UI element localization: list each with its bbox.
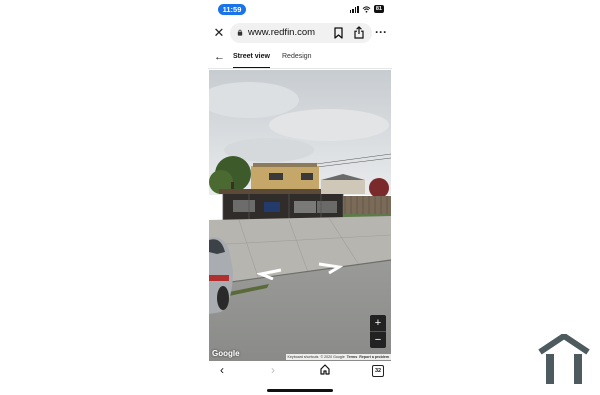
street-view-footer: Keyboard shortcuts © 2020 Google Terms R… [285,354,391,360]
house-watermark-icon [538,334,590,384]
tab-count-button[interactable]: 32 [372,365,384,377]
browser-bottom-nav: ‹ › 32 [208,362,392,378]
tab-bar: ← Street view Redesign [208,48,392,69]
keyboard-shortcuts-link[interactable]: Keyboard shortcuts [288,354,319,360]
back-arrow-icon[interactable]: ← [214,51,226,63]
more-menu-icon[interactable]: ··· [375,25,387,39]
url-text: www.redfin.com [248,27,316,38]
google-logo: Google [212,349,240,358]
nav-arrow-right-icon[interactable] [315,261,343,275]
terms-link[interactable]: Terms [347,354,358,360]
browser-forward-icon[interactable]: › [266,363,280,377]
home-indicator [267,389,333,392]
zoom-out-button[interactable]: − [370,332,386,348]
close-icon[interactable]: ✕ [212,26,226,40]
zoom-in-button[interactable]: + [370,315,386,331]
street-view-image [209,70,391,361]
status-time: 11:59 [218,4,246,15]
browser-back-icon[interactable]: ‹ [215,363,229,377]
nav-arrow-left-icon[interactable] [257,266,285,280]
copyright-text: © 2020 Google [320,355,345,359]
address-field[interactable]: www.redfin.com [230,23,372,43]
signal-icon [349,5,359,13]
bookmark-icon[interactable] [334,27,343,39]
battery-icon: 81 [373,5,384,13]
phone-screen: 11:59 81 ✕ www.redfin.com ··· ← Street v… [208,0,392,395]
wifi-icon [362,5,371,13]
lock-icon [237,29,243,36]
status-icons: 81 [349,5,384,13]
report-problem-link[interactable]: Report a problem [359,354,389,360]
tab-street-view[interactable]: Street view [233,52,270,68]
home-icon[interactable] [320,364,330,375]
browser-url-bar: ✕ www.redfin.com ··· [208,21,392,45]
tab-redesign[interactable]: Redesign [282,52,312,62]
zoom-control: + − [370,315,386,348]
street-view-panorama[interactable]: + − Google Keyboard shortcuts © 2020 Goo… [209,70,391,361]
share-icon[interactable] [354,26,364,39]
status-bar: 11:59 81 [208,0,392,18]
